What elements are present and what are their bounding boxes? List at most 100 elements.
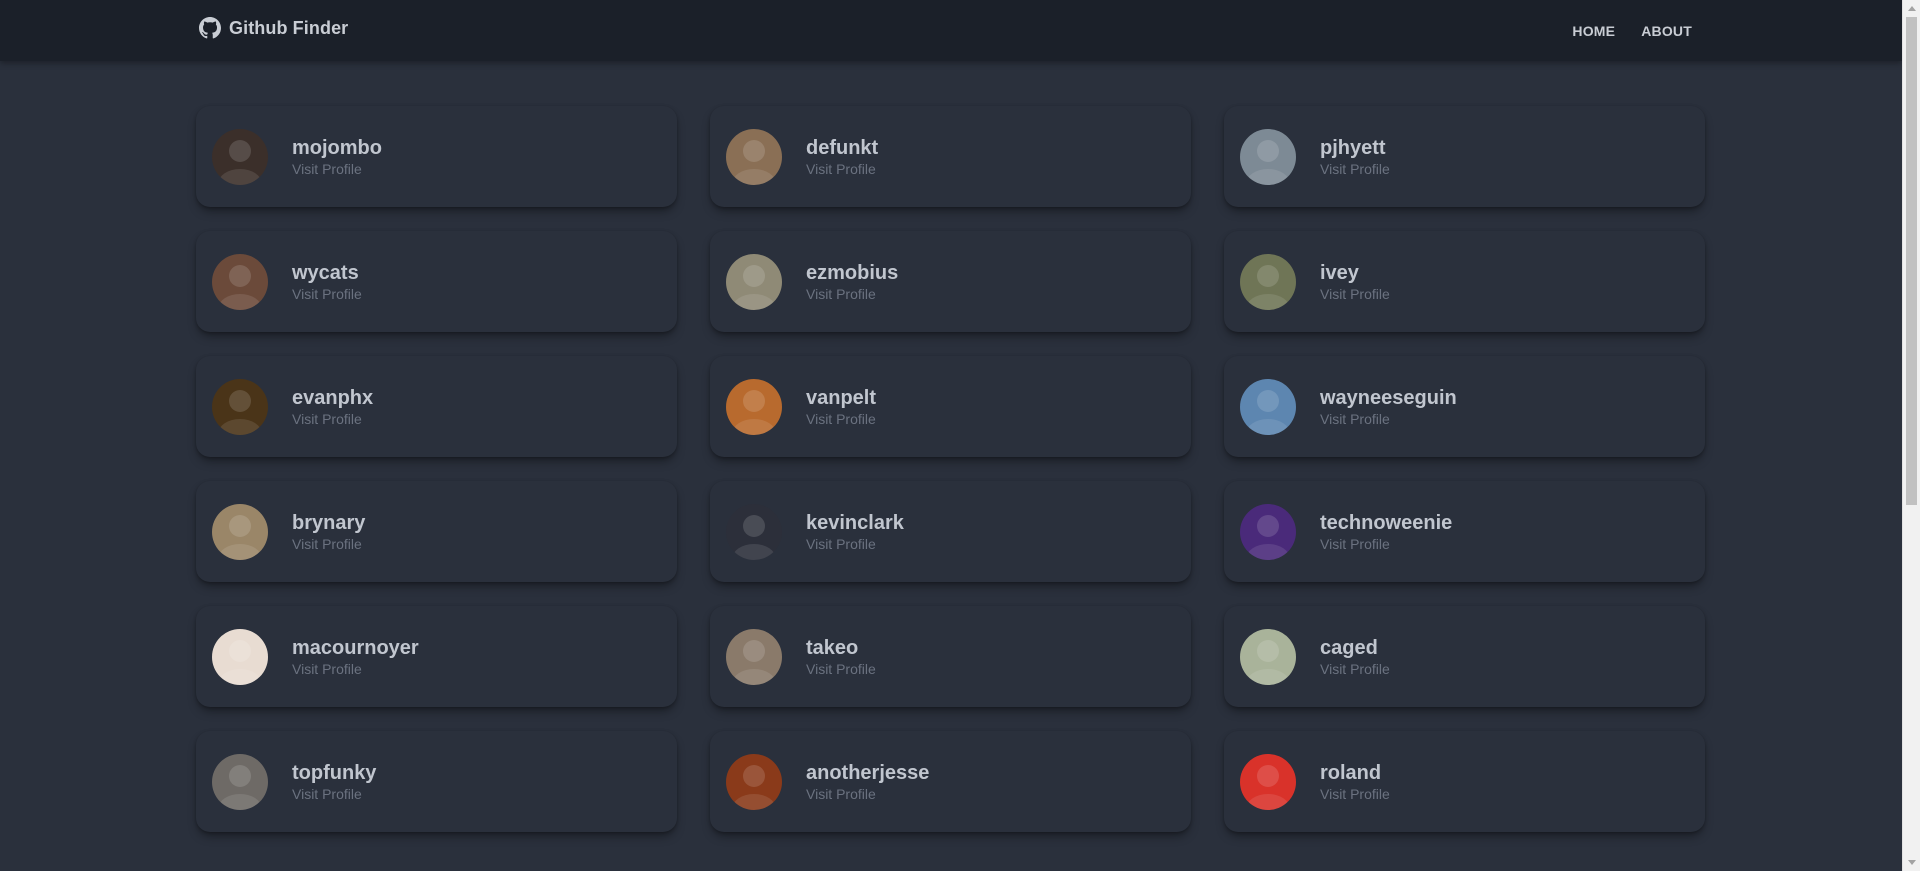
visit-profile-link[interactable]: Visit Profile	[806, 535, 904, 553]
visit-profile-link[interactable]: Visit Profile	[292, 785, 376, 803]
visit-profile-link[interactable]: Visit Profile	[292, 285, 362, 303]
nav-link-home[interactable]: HOME	[1572, 23, 1615, 39]
user-card-text: takeo Visit Profile	[806, 636, 876, 678]
username: macournoyer	[292, 636, 419, 659]
user-card-text: ivey Visit Profile	[1320, 261, 1390, 303]
scroll-up-arrow-icon[interactable]	[1908, 6, 1916, 11]
visit-profile-link[interactable]: Visit Profile	[292, 160, 382, 178]
user-card[interactable]: roland Visit Profile	[1224, 731, 1705, 832]
user-avatar	[212, 753, 268, 810]
user-card[interactable]: mojombo Visit Profile	[196, 106, 677, 207]
user-card[interactable]: takeo Visit Profile	[710, 606, 1191, 707]
user-card[interactable]: pjhyett Visit Profile	[1224, 106, 1705, 207]
user-card-text: anotherjesse Visit Profile	[806, 761, 929, 803]
user-avatar	[212, 128, 268, 185]
github-icon	[199, 17, 221, 39]
user-avatar	[1240, 628, 1296, 685]
visit-profile-link[interactable]: Visit Profile	[806, 410, 876, 428]
user-card-text: caged Visit Profile	[1320, 636, 1390, 678]
user-card-text: kevinclark Visit Profile	[806, 511, 904, 553]
username: vanpelt	[806, 386, 877, 409]
username: topfunky	[292, 761, 377, 784]
user-card-text: technoweenie Visit Profile	[1320, 511, 1452, 553]
brand-title: Github Finder	[229, 17, 349, 38]
user-card[interactable]: ivey Visit Profile	[1224, 231, 1705, 332]
username: wycats	[292, 261, 359, 284]
user-avatar	[726, 128, 782, 185]
user-card[interactable]: macournoyer Visit Profile	[196, 606, 677, 707]
user-card[interactable]: evanphx Visit Profile	[196, 356, 677, 457]
brand-link[interactable]: Github Finder	[199, 17, 348, 39]
user-card[interactable]: technoweenie Visit Profile	[1224, 481, 1705, 582]
username: brynary	[292, 511, 366, 534]
username: kevinclark	[806, 511, 904, 534]
user-card[interactable]: anotherjesse Visit Profile	[710, 731, 1191, 832]
nav-link-about[interactable]: ABOUT	[1641, 23, 1692, 39]
user-card[interactable]: caged Visit Profile	[1224, 606, 1705, 707]
vertical-scrollbar[interactable]	[1902, 0, 1920, 871]
user-grid: mojombo Visit Profile defunkt Visit Profile…	[196, 106, 1707, 832]
user-avatar	[212, 253, 268, 310]
navbar: Github Finder HOME ABOUT	[0, 0, 1902, 61]
username: pjhyett	[1320, 136, 1386, 159]
user-card-text: wycats Visit Profile	[292, 261, 362, 303]
user-avatar	[212, 503, 268, 560]
visit-profile-link[interactable]: Visit Profile	[806, 160, 878, 178]
scroll-down-arrow-icon[interactable]	[1908, 860, 1916, 865]
user-avatar	[726, 503, 782, 560]
user-avatar	[1240, 253, 1296, 310]
visit-profile-link[interactable]: Visit Profile	[1320, 160, 1390, 178]
user-avatar	[726, 253, 782, 310]
user-avatar	[212, 378, 268, 435]
user-card[interactable]: kevinclark Visit Profile	[710, 481, 1191, 582]
visit-profile-link[interactable]: Visit Profile	[1320, 410, 1457, 428]
user-card-text: evanphx Visit Profile	[292, 386, 373, 428]
user-card[interactable]: topfunky Visit Profile	[196, 731, 677, 832]
visit-profile-link[interactable]: Visit Profile	[292, 660, 419, 678]
user-card[interactable]: brynary Visit Profile	[196, 481, 677, 582]
user-avatar	[1240, 378, 1296, 435]
user-card-text: roland Visit Profile	[1320, 761, 1390, 803]
user-card-text: vanpelt Visit Profile	[806, 386, 876, 428]
page: Github Finder HOME ABOUT mojombo Visit Pr…	[0, 0, 1920, 871]
user-avatar	[726, 628, 782, 685]
user-avatar	[1240, 128, 1296, 185]
visit-profile-link[interactable]: Visit Profile	[1320, 660, 1390, 678]
nav-links: HOME ABOUT	[1572, 0, 1692, 61]
user-card-text: pjhyett Visit Profile	[1320, 136, 1390, 178]
username: takeo	[806, 636, 859, 659]
user-card-text: topfunky Visit Profile	[292, 761, 376, 803]
username: roland	[1320, 761, 1382, 784]
user-avatar	[1240, 503, 1296, 560]
visit-profile-link[interactable]: Visit Profile	[806, 285, 898, 303]
visit-profile-link[interactable]: Visit Profile	[1320, 535, 1452, 553]
username: anotherjesse	[806, 761, 930, 784]
visit-profile-link[interactable]: Visit Profile	[292, 535, 365, 553]
username: ezmobius	[806, 261, 899, 284]
visit-profile-link[interactable]: Visit Profile	[292, 410, 373, 428]
visit-profile-link[interactable]: Visit Profile	[1320, 285, 1390, 303]
user-card[interactable]: wycats Visit Profile	[196, 231, 677, 332]
user-card[interactable]: wayneeseguin Visit Profile	[1224, 356, 1705, 457]
visit-profile-link[interactable]: Visit Profile	[806, 785, 929, 803]
user-card-text: defunkt Visit Profile	[806, 136, 878, 178]
username: caged	[1320, 636, 1378, 659]
username: ivey	[1320, 261, 1359, 284]
username: technoweenie	[1320, 511, 1453, 534]
user-card-text: mojombo Visit Profile	[292, 136, 382, 178]
user-card[interactable]: defunkt Visit Profile	[710, 106, 1191, 207]
username: mojombo	[292, 136, 382, 159]
user-avatar	[726, 378, 782, 435]
user-card[interactable]: vanpelt Visit Profile	[710, 356, 1191, 457]
user-card[interactable]: ezmobius Visit Profile	[710, 231, 1191, 332]
user-card-text: ezmobius Visit Profile	[806, 261, 898, 303]
scrollbar-thumb[interactable]	[1906, 17, 1917, 505]
user-avatar	[212, 628, 268, 685]
visit-profile-link[interactable]: Visit Profile	[1320, 785, 1390, 803]
user-avatar	[726, 753, 782, 810]
username: evanphx	[292, 386, 374, 409]
user-card-text: brynary Visit Profile	[292, 511, 365, 553]
username: wayneeseguin	[1320, 386, 1457, 409]
user-card-text: macournoyer Visit Profile	[292, 636, 419, 678]
visit-profile-link[interactable]: Visit Profile	[806, 660, 876, 678]
